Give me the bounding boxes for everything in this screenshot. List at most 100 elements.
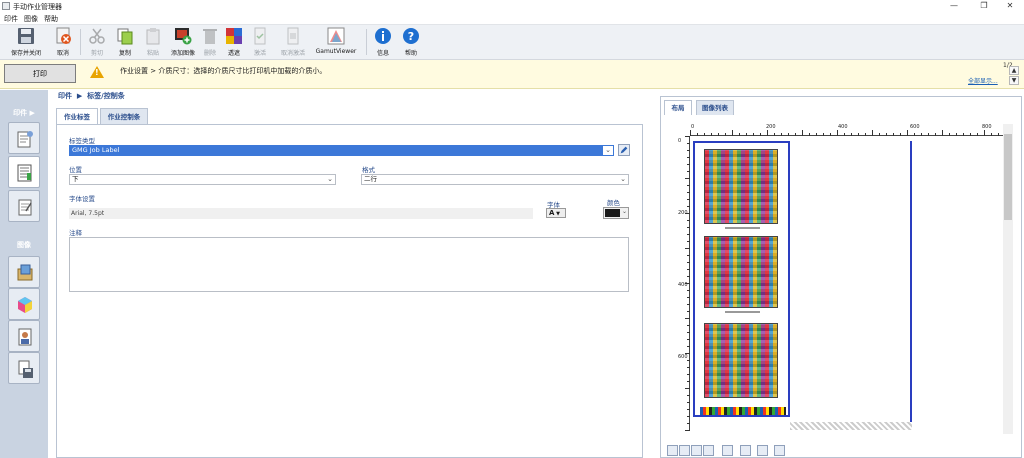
edit-label-button[interactable] xyxy=(618,144,630,156)
save-icon xyxy=(18,28,34,44)
gamut-viewer-icon xyxy=(327,27,345,45)
media-margin xyxy=(790,422,912,430)
chevron-down-icon: ⌄ xyxy=(327,175,333,183)
color-swatch xyxy=(605,209,620,217)
chart-caption xyxy=(725,311,760,313)
font-picker-button[interactable]: A ▼ xyxy=(546,208,566,218)
print-button[interactable]: 打印 xyxy=(4,64,76,83)
delete-button[interactable]: 删除 xyxy=(200,27,220,57)
overlay-icon xyxy=(226,28,242,44)
portrait-icon xyxy=(18,328,32,346)
menu-item-image[interactable]: 图像 xyxy=(24,14,38,24)
ruler-ticks xyxy=(677,136,690,431)
tab-job-label[interactable]: 作业标签 xyxy=(56,108,98,125)
menu-item-help[interactable]: 帮助 xyxy=(44,14,58,24)
preview-scrollbar-thumb[interactable] xyxy=(1004,134,1012,220)
control-strip xyxy=(700,407,786,415)
help-icon: ? xyxy=(403,28,419,44)
media-sheet-selected[interactable] xyxy=(693,141,790,417)
breadcrumb-part-label-bars: 标签/控制条 xyxy=(87,92,125,100)
sidebar-item-image-portrait[interactable] xyxy=(8,320,40,352)
test-chart-image[interactable] xyxy=(704,236,778,308)
sidebar-item-job-info[interactable] xyxy=(8,190,40,222)
select-tool-icon[interactable] xyxy=(667,445,678,456)
add-image-icon xyxy=(175,28,192,45)
comment-textarea[interactable] xyxy=(69,237,629,292)
maximize-button[interactable]: ❐ xyxy=(970,0,998,12)
paste-button[interactable]: 粘贴 xyxy=(142,27,164,57)
hand-tool-icon[interactable] xyxy=(691,445,702,456)
crop-tool-icon[interactable] xyxy=(740,445,751,456)
sidebar-item-image-open[interactable] xyxy=(8,256,40,288)
label-type-select[interactable]: GMG Job Label ⌄ xyxy=(69,145,614,156)
paste-icon xyxy=(146,28,160,45)
deactivate-button[interactable]: 取消激活 xyxy=(278,27,308,57)
layout-canvas[interactable] xyxy=(690,136,1003,430)
sidebar-item-color-cube[interactable] xyxy=(8,288,40,320)
menu-item-print[interactable]: 印件 xyxy=(4,14,18,24)
app-icon xyxy=(2,2,10,10)
cut-icon xyxy=(89,28,105,44)
test-chart-image[interactable] xyxy=(704,323,778,398)
sidebar-item-label-bars[interactable] xyxy=(8,156,40,188)
cancel-button[interactable]: 取消 xyxy=(52,27,74,57)
cancel-icon xyxy=(56,27,71,44)
tab-layout[interactable]: 布局 xyxy=(664,100,692,115)
left-sidebar: 印件 ▶ 图像 xyxy=(0,90,48,458)
breadcrumb-separator-icon: ▶ xyxy=(74,92,88,100)
show-all-link[interactable]: 全部显示... xyxy=(968,76,998,85)
ruler-tick xyxy=(685,430,690,431)
overlay-button[interactable]: 透遮 xyxy=(224,27,244,57)
tab-image-list[interactable]: 图像列表 xyxy=(696,100,734,115)
minimize-button[interactable]: — xyxy=(940,0,968,12)
add-image-button[interactable]: 添加图像 xyxy=(168,27,198,57)
info-button[interactable]: 信息 xyxy=(372,27,394,57)
font-settings-value: Arial, 7.5pt xyxy=(69,208,533,219)
sidebar-section-print: 印件 ▶ xyxy=(13,109,35,117)
toolbar: 保存并关闭 取消 剪切 复制 粘贴 添加图像 删除 透遮 激活 取消激活 Gam… xyxy=(0,24,1024,60)
activate-button[interactable]: 激活 xyxy=(250,27,270,57)
window-title: 手动作业管理器 xyxy=(13,3,62,11)
help-button[interactable]: ? 帮助 xyxy=(400,27,422,57)
breadcrumb-part-print: 印件 xyxy=(58,92,72,100)
test-chart-image[interactable] xyxy=(704,149,778,224)
gamut-viewer-button[interactable]: GamutViewer xyxy=(312,27,360,55)
align-tool-icon[interactable] xyxy=(722,445,733,456)
sidebar-item-print-settings[interactable] xyxy=(8,122,40,154)
warning-next-button[interactable]: ▼ xyxy=(1009,76,1019,85)
sidebar-item-image-save[interactable] xyxy=(8,352,40,384)
fit-tool-icon[interactable] xyxy=(757,445,768,456)
job-info-icon xyxy=(18,199,32,216)
image-save-icon xyxy=(18,360,33,378)
deactivate-icon xyxy=(287,27,299,45)
print-settings-icon xyxy=(17,131,33,148)
move-tool-icon[interactable] xyxy=(679,445,690,456)
save-close-button[interactable]: 保存并关闭 xyxy=(6,27,46,57)
label-settings-panel: 标签类型 GMG Job Label ⌄ 位置 下 ⌄ 格式 二行 ⌄ 字体设置 Ar… xyxy=(56,124,643,458)
position-select[interactable]: 下 ⌄ xyxy=(69,174,336,185)
zoom-tool-icon[interactable] xyxy=(774,445,785,456)
dropdown-arrow-icon: ▼ xyxy=(554,211,561,217)
position-label: 位置 xyxy=(69,166,82,174)
chevron-down-icon: ⌄ xyxy=(621,208,627,215)
warning-message: 作业设置 > 介质尺寸：选择的介质尺寸比打印机中加载的介质小。 xyxy=(120,67,327,75)
menu-bar: 印件 图像 帮助 xyxy=(0,12,1024,24)
warning-prev-button[interactable]: ▲ xyxy=(1009,66,1019,75)
media-sheet[interactable] xyxy=(790,141,912,427)
svg-text:?: ? xyxy=(408,30,414,43)
sidebar-section-image: 图像 xyxy=(17,241,31,249)
pencil-icon xyxy=(620,146,628,154)
label-bars-icon xyxy=(17,164,32,182)
close-button[interactable]: ✕ xyxy=(996,0,1024,12)
cut-button[interactable]: 剪切 xyxy=(86,27,108,57)
horizontal-ruler: 0 200 400 600 800 xyxy=(690,124,1003,136)
pan-tool-icon[interactable] xyxy=(703,445,714,456)
ruler-ticks xyxy=(690,124,1003,136)
format-select[interactable]: 二行 ⌄ xyxy=(361,174,629,185)
vertical-ruler: 0 200 400 600 xyxy=(677,136,690,431)
tab-job-control-bar[interactable]: 作业控制条 xyxy=(100,108,148,124)
label-type-label: 标签类型 xyxy=(69,137,95,145)
title-bar: 手动作业管理器 — ❐ ✕ xyxy=(0,0,1024,12)
color-picker-button[interactable]: ⌄ xyxy=(603,207,629,219)
copy-button[interactable]: 复制 xyxy=(114,27,136,57)
